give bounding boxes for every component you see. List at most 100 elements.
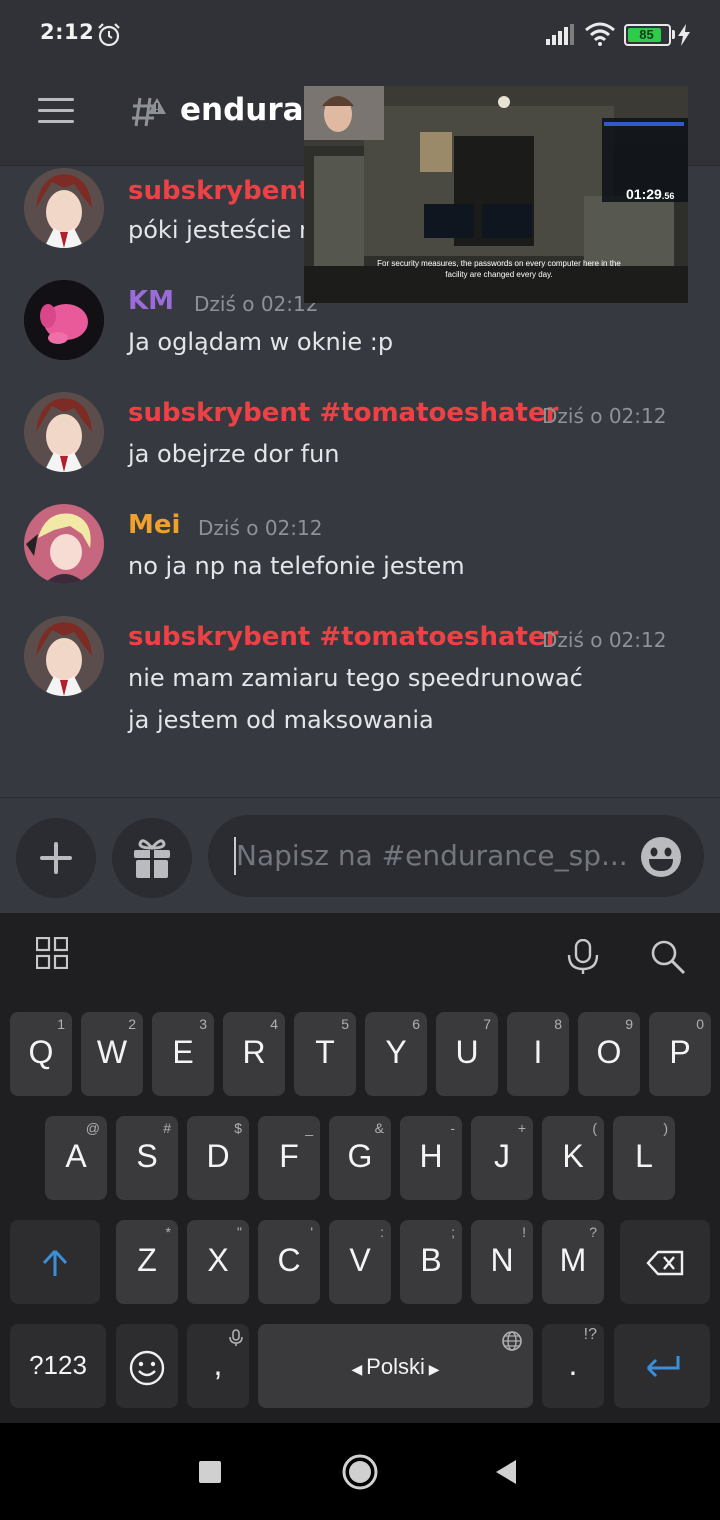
- gift-button[interactable]: [112, 818, 192, 898]
- enter-key[interactable]: [614, 1324, 710, 1408]
- status-bar: 2:12 85: [0, 0, 720, 70]
- emoji-key[interactable]: [116, 1324, 178, 1408]
- key-label: F: [279, 1138, 299, 1174]
- message-input[interactable]: Napisz na #endurance_sp...: [208, 815, 704, 897]
- message-author[interactable]: subskrybent #tomatoeshater: [128, 398, 558, 428]
- key-hint: 4: [270, 1016, 278, 1032]
- key-m[interactable]: ? M: [542, 1220, 604, 1304]
- back-icon[interactable]: [494, 1459, 518, 1485]
- key-c[interactable]: ' C: [258, 1220, 320, 1304]
- key-a[interactable]: @ A: [45, 1116, 107, 1200]
- key-label: U: [455, 1034, 479, 1070]
- avatar[interactable]: [24, 616, 104, 696]
- key-hint: +: [517, 1120, 526, 1136]
- message-text: Ja oglądam w oknie :p: [128, 328, 394, 356]
- pip-timer-main: 01:29: [626, 186, 662, 202]
- key-label: A: [65, 1138, 87, 1174]
- plus-button[interactable]: [16, 818, 96, 898]
- key-n[interactable]: ! N: [471, 1220, 533, 1304]
- key-label: Z: [137, 1242, 157, 1278]
- backspace-key[interactable]: [620, 1220, 710, 1304]
- emoji-icon[interactable]: [640, 836, 682, 878]
- key-label: H: [419, 1138, 443, 1174]
- key-hint: 2: [128, 1016, 136, 1032]
- key-u[interactable]: 7U: [436, 1012, 498, 1096]
- pip-video-window[interactable]: 01:29.56 For security measures, the pass…: [304, 86, 688, 303]
- battery-percent: 85: [639, 27, 654, 42]
- key-f[interactable]: _ F: [258, 1116, 320, 1200]
- key-label: K: [562, 1138, 584, 1174]
- key-i[interactable]: 8I: [507, 1012, 569, 1096]
- key-q[interactable]: 1Q: [10, 1012, 72, 1096]
- avatar[interactable]: [24, 168, 104, 248]
- key-d[interactable]: $ D: [187, 1116, 249, 1200]
- symbols-key[interactable]: ?123: [10, 1324, 106, 1408]
- key-label: X: [207, 1242, 229, 1278]
- message-author[interactable]: subskrybent #tomatoeshater: [128, 622, 558, 652]
- enter-arrow-icon: [646, 1356, 680, 1378]
- key-hint: 6: [412, 1016, 420, 1032]
- message-text: ja obejrze dor fun: [128, 440, 340, 468]
- key-l[interactable]: ) L: [613, 1116, 675, 1200]
- key-p[interactable]: 0P: [649, 1012, 711, 1096]
- key-z[interactable]: * Z: [116, 1220, 178, 1304]
- key-g[interactable]: & G: [329, 1116, 391, 1200]
- key-label: Y: [385, 1034, 407, 1070]
- comma-key[interactable]: ,: [187, 1324, 249, 1408]
- key-label: M: [559, 1242, 587, 1278]
- search-icon[interactable]: [650, 939, 686, 975]
- grid-icon[interactable]: [36, 937, 68, 969]
- key-t[interactable]: 5T: [294, 1012, 356, 1096]
- key-j[interactable]: + J: [471, 1116, 533, 1200]
- key-k[interactable]: (K: [542, 1116, 604, 1200]
- avatar[interactable]: [24, 280, 104, 360]
- key-w[interactable]: 2W: [81, 1012, 143, 1096]
- language-left-arrow-icon: ◀: [351, 1361, 367, 1377]
- message-text: ja jestem od maksowania: [128, 706, 434, 734]
- space-key[interactable]: ◀ Polski ▶: [258, 1324, 533, 1408]
- key-label: O: [596, 1034, 622, 1070]
- key-h[interactable]: -H: [400, 1116, 462, 1200]
- key-e[interactable]: 3E: [152, 1012, 214, 1096]
- key-hint: 8: [554, 1016, 562, 1032]
- message-author[interactable]: KM: [128, 286, 174, 316]
- key-label: V: [349, 1242, 371, 1278]
- pip-subtitle: For security measures, the passwords on …: [377, 259, 621, 279]
- key-label: Q: [28, 1034, 54, 1070]
- small-microphone-icon: [229, 1329, 243, 1346]
- key-o[interactable]: 9O: [578, 1012, 640, 1096]
- recents-icon[interactable]: [198, 1460, 222, 1484]
- key-label: I: [533, 1034, 543, 1070]
- battery-icon: 85: [624, 24, 671, 46]
- microphone-icon[interactable]: [566, 939, 600, 975]
- message-author[interactable]: subskrybent: [128, 176, 310, 206]
- shift-key[interactable]: [10, 1220, 100, 1304]
- key-label: E: [172, 1034, 194, 1070]
- key-v[interactable]: :V: [329, 1220, 391, 1304]
- key-hint: *: [165, 1224, 171, 1240]
- avatar[interactable]: [24, 504, 104, 584]
- key-s[interactable]: # S: [116, 1116, 178, 1200]
- key-b[interactable]: ; B: [400, 1220, 462, 1304]
- key-hint: 1: [57, 1016, 65, 1032]
- menu-icon[interactable]: [38, 98, 74, 124]
- key-label: N: [490, 1242, 514, 1278]
- key-hint: ?: [589, 1224, 597, 1240]
- key-hint: $: [234, 1120, 242, 1136]
- key-x[interactable]: " X: [187, 1220, 249, 1304]
- avatar[interactable]: [24, 392, 104, 472]
- key-label: J: [494, 1138, 510, 1174]
- key-hint: _: [305, 1120, 313, 1136]
- key-hint: 7: [483, 1016, 491, 1032]
- message-input-placeholder: Napisz na #endurance_sp...: [236, 839, 628, 872]
- backspace-icon: [646, 1250, 684, 1276]
- key-y[interactable]: 6Y: [365, 1012, 427, 1096]
- home-icon[interactable]: [341, 1453, 379, 1491]
- key-label: S: [136, 1138, 158, 1174]
- system-nav-bar: [0, 1423, 720, 1520]
- message-author[interactable]: Mei: [128, 510, 180, 540]
- key-hint: &: [374, 1120, 384, 1136]
- period-key[interactable]: !? .: [542, 1324, 604, 1408]
- key-r[interactable]: 4R: [223, 1012, 285, 1096]
- message-text: no ja np na telefonie jestem: [128, 552, 465, 580]
